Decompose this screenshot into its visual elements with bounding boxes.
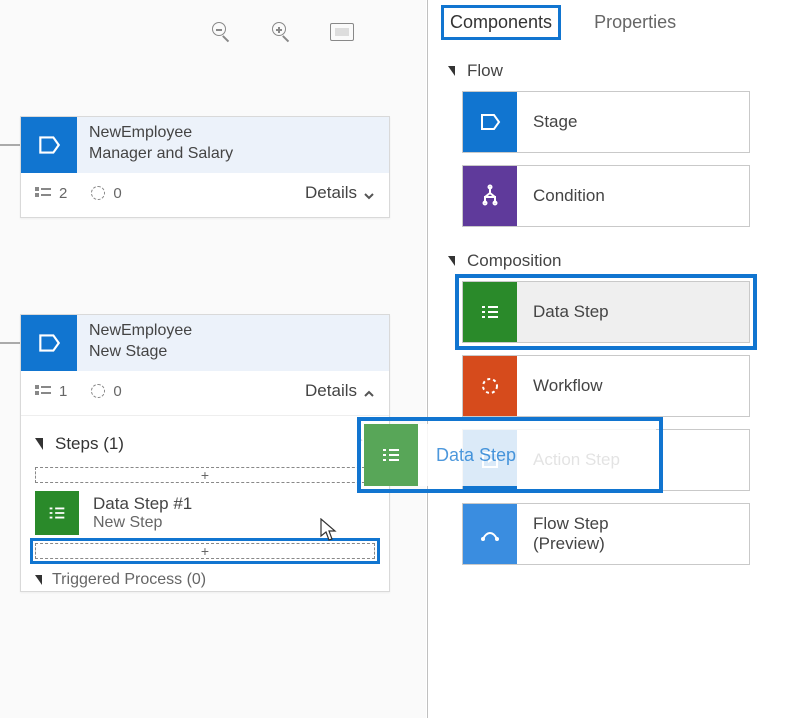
stage-header: NewEmployee New Stage (21, 315, 389, 371)
component-label: Flow Step (Preview) (517, 504, 609, 564)
fade-overlay (20, 632, 390, 650)
steps-count-icon (35, 385, 51, 397)
tab-components[interactable]: Components (444, 8, 558, 37)
triggers-icon (91, 384, 105, 398)
designer-canvas[interactable]: NewEmployee Manager and Salary 2 0 Detai… (0, 0, 426, 718)
details-label: Details (305, 381, 357, 401)
stage-name: NewEmployee (89, 321, 192, 342)
stage-name: NewEmployee (89, 123, 233, 144)
cursor-icon (320, 518, 338, 542)
components-panel: Components Properties Flow Stage Conditi… (440, 8, 806, 577)
panel-tabs: Components Properties (440, 8, 796, 37)
section-flow[interactable]: Flow (448, 61, 796, 81)
stage-icon (463, 92, 517, 152)
component-data-step[interactable]: Data Step (462, 281, 750, 343)
stage-header: NewEmployee Manager and Salary (21, 117, 389, 173)
component-label: Condition (517, 166, 605, 226)
drop-slot-active[interactable]: + (35, 543, 375, 559)
data-step-icon (364, 424, 418, 486)
data-step-icon (463, 282, 517, 342)
triggers-icon (91, 186, 105, 200)
steps-count-icon (35, 187, 51, 199)
triggers-count: 0 (113, 383, 121, 400)
triggered-label: Triggered Process (0) (52, 571, 206, 589)
connector-line (0, 342, 20, 344)
step-title: Data Step #1 (93, 494, 192, 514)
steps-header-label: Steps (1) (55, 434, 124, 454)
collapse-icon[interactable] (35, 438, 43, 450)
collapse-icon (448, 256, 455, 266)
component-label: Workflow (517, 356, 603, 416)
stage-subtitle: New Stage (89, 342, 192, 363)
component-stage[interactable]: Stage (462, 91, 750, 153)
stage-icon (21, 117, 77, 173)
zoom-out-icon[interactable] (210, 20, 234, 44)
steps-count: 2 (59, 185, 67, 202)
details-toggle[interactable]: Details (305, 381, 375, 401)
drag-ghost-data-step: Data Step (364, 424, 656, 486)
triggered-process-row[interactable]: Triggered Process (0) (35, 561, 375, 591)
zoom-in-icon[interactable] (270, 20, 294, 44)
component-label: Data Step (517, 282, 609, 342)
fit-screen-icon[interactable] (330, 23, 354, 41)
drop-plus: + (201, 543, 209, 559)
step-subtitle: New Step (93, 514, 192, 532)
drop-plus: + (201, 467, 209, 483)
component-label: Stage (517, 92, 577, 152)
details-label: Details (305, 183, 357, 203)
section-label: Flow (467, 61, 503, 81)
component-workflow[interactable]: Workflow (462, 355, 750, 417)
steps-section: Steps (1) ↑↓ + Data Step #1 New Step + (21, 415, 389, 591)
condition-icon (463, 166, 517, 226)
panel-divider[interactable] (427, 0, 428, 718)
stage-icon (21, 315, 77, 371)
canvas-toolbar (210, 20, 354, 44)
details-toggle[interactable]: Details (305, 183, 375, 203)
component-condition[interactable]: Condition (462, 165, 750, 227)
collapse-icon (448, 66, 455, 76)
chevron-up-icon (363, 385, 375, 397)
chevron-down-icon (363, 187, 375, 199)
triggers-count: 0 (113, 185, 121, 202)
steps-count: 1 (59, 383, 67, 400)
section-label: Composition (467, 251, 562, 271)
stage-subtitle: Manager and Salary (89, 144, 233, 165)
section-composition[interactable]: Composition (448, 251, 796, 271)
drop-slot[interactable]: + (35, 467, 375, 483)
stage-card[interactable]: NewEmployee Manager and Salary 2 0 Detai… (20, 116, 390, 218)
collapse-icon (35, 575, 42, 585)
data-step-icon (35, 491, 79, 535)
stage-card[interactable]: NewEmployee New Stage 1 0 Details (20, 314, 390, 592)
connector-line (0, 144, 20, 146)
component-flow-step[interactable]: Flow Step (Preview) (462, 503, 750, 565)
flow-step-icon (463, 504, 517, 564)
tab-properties[interactable]: Properties (588, 8, 682, 37)
workflow-icon (463, 356, 517, 416)
drag-ghost-label: Data Step (418, 424, 516, 486)
